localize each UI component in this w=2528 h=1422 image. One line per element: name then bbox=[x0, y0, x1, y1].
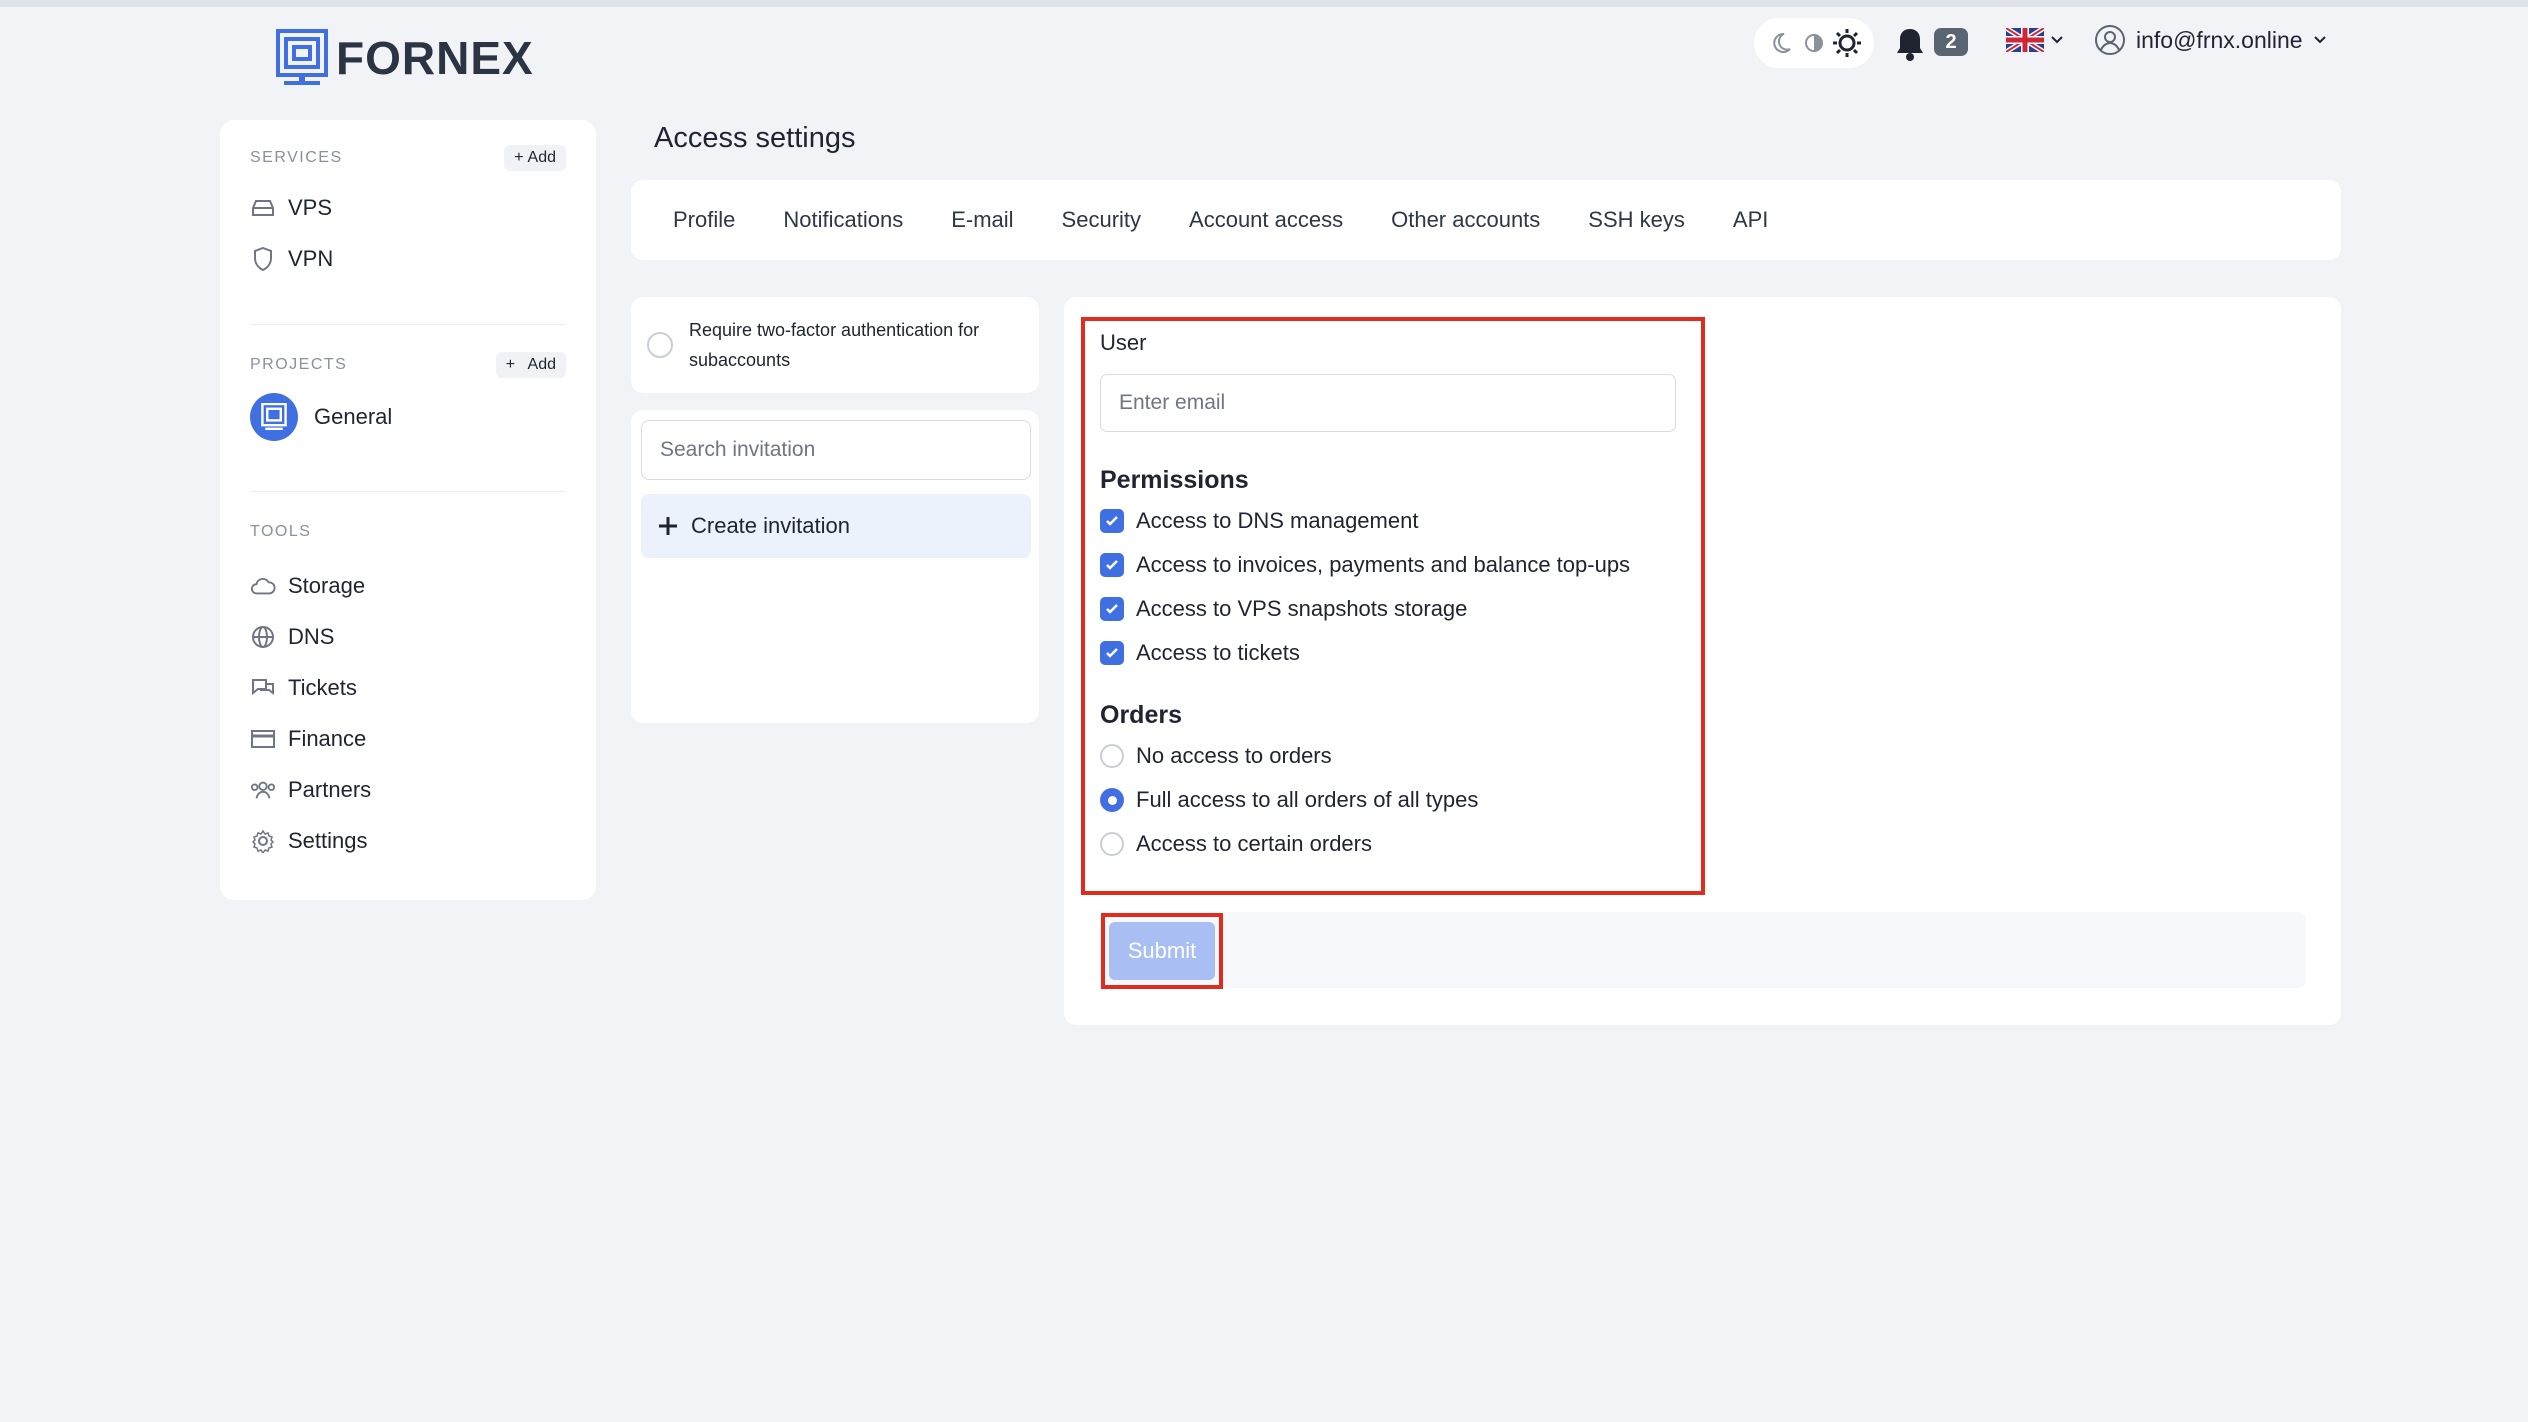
email-field[interactable] bbox=[1100, 374, 1676, 432]
radio-button[interactable] bbox=[1100, 744, 1124, 768]
permission-snapshots[interactable]: Access to VPS snapshots storage bbox=[1100, 587, 1680, 631]
cloud-icon bbox=[250, 573, 276, 599]
auto-theme-icon[interactable] bbox=[1799, 28, 1829, 58]
drive-icon bbox=[250, 195, 276, 221]
plus-icon: + bbox=[505, 356, 516, 373]
page-title: Access settings bbox=[654, 122, 856, 154]
sidebar-item-storage[interactable]: Storage bbox=[250, 560, 566, 611]
notification-count-badge[interactable]: 2 bbox=[1934, 28, 1968, 56]
globe-icon bbox=[250, 624, 276, 650]
invitations-card: Create invitation bbox=[631, 410, 1039, 723]
two-factor-label: Require two-factor authentication for su… bbox=[689, 320, 980, 370]
settings-tabs: Profile Notifications E-mail Security Ac… bbox=[631, 180, 2341, 260]
gear-icon bbox=[250, 828, 276, 854]
projects-title: PROJECTS bbox=[250, 356, 348, 373]
fornex-logo-icon bbox=[276, 29, 328, 85]
bell-icon[interactable] bbox=[1893, 26, 1927, 62]
sidebar-item-tickets[interactable]: Tickets bbox=[250, 662, 566, 713]
create-invitation-button[interactable]: Create invitation bbox=[641, 494, 1031, 558]
checkbox-checked-icon[interactable] bbox=[1100, 641, 1124, 665]
orders-title: Orders bbox=[1100, 701, 1182, 729]
submit-button[interactable]: Submit bbox=[1109, 922, 1215, 980]
language-selector[interactable] bbox=[2006, 28, 2064, 52]
permission-dns[interactable]: Access to DNS management bbox=[1100, 499, 1680, 543]
add-project-button[interactable]: + Add bbox=[495, 352, 566, 378]
sidebar-item-vpn[interactable]: VPN bbox=[250, 233, 566, 284]
chevron-down-icon bbox=[2051, 36, 2063, 44]
tab-security[interactable]: Security bbox=[1062, 207, 1141, 233]
sidebar: SERVICES + Add VPS VPN PROJECTS + Add Gen… bbox=[220, 120, 596, 900]
shield-icon bbox=[250, 246, 276, 272]
checkbox-checked-icon[interactable] bbox=[1100, 509, 1124, 533]
projects-header: PROJECTS + Add bbox=[250, 345, 566, 385]
tab-email[interactable]: E-mail bbox=[951, 207, 1013, 233]
tab-account-access[interactable]: Account access bbox=[1189, 207, 1343, 233]
chevron-down-icon bbox=[2313, 36, 2326, 44]
project-icon bbox=[250, 393, 298, 441]
submit-bar bbox=[1100, 912, 2306, 988]
radio-button-selected[interactable] bbox=[1100, 788, 1124, 812]
plus-icon bbox=[659, 517, 677, 535]
services-title: SERVICES bbox=[250, 149, 343, 166]
orders-option-none[interactable]: No access to orders bbox=[1100, 734, 1680, 778]
checkbox-checked-icon[interactable] bbox=[1100, 553, 1124, 577]
moon-icon[interactable] bbox=[1766, 28, 1796, 58]
tab-other-accounts[interactable]: Other accounts bbox=[1391, 207, 1540, 233]
radio-button[interactable] bbox=[1100, 832, 1124, 856]
permission-invoices[interactable]: Access to invoices, payments and balance… bbox=[1100, 543, 1680, 587]
search-invitation-input[interactable] bbox=[641, 420, 1031, 480]
orders-option-certain[interactable]: Access to certain orders bbox=[1100, 822, 1680, 866]
tab-notifications[interactable]: Notifications bbox=[783, 207, 903, 233]
tools-header: TOOLS bbox=[250, 512, 566, 552]
user-label: User bbox=[1100, 330, 1147, 355]
sidebar-item-settings[interactable]: Settings bbox=[250, 815, 566, 866]
user-menu[interactable]: info@frnx.online bbox=[2094, 24, 2327, 56]
tab-api[interactable]: API bbox=[1733, 207, 1768, 233]
sidebar-item-dns[interactable]: DNS bbox=[250, 611, 566, 662]
chat-icon bbox=[250, 675, 276, 701]
add-service-button[interactable]: + Add bbox=[504, 145, 566, 171]
sidebar-item-finance[interactable]: Finance bbox=[250, 713, 566, 764]
services-header: SERVICES + Add bbox=[250, 138, 566, 178]
top-strip bbox=[0, 0, 2528, 7]
user-email: info@frnx.online bbox=[2136, 26, 2303, 53]
permissions-title: Permissions bbox=[1100, 466, 1249, 494]
plus-icon: + bbox=[514, 149, 524, 166]
logo[interactable]: FORNEX bbox=[276, 28, 534, 88]
permission-tickets[interactable]: Access to tickets bbox=[1100, 631, 1680, 675]
tab-profile[interactable]: Profile bbox=[673, 207, 735, 233]
checkbox-checked-icon[interactable] bbox=[1100, 597, 1124, 621]
sidebar-item-vps[interactable]: VPS bbox=[250, 182, 566, 233]
two-factor-checkbox[interactable] bbox=[647, 332, 673, 358]
people-icon bbox=[250, 777, 276, 803]
theme-switch[interactable] bbox=[1754, 18, 1874, 68]
sidebar-item-partners[interactable]: Partners bbox=[250, 764, 566, 815]
tab-ssh-keys[interactable]: SSH keys bbox=[1588, 207, 1685, 233]
card-icon bbox=[250, 726, 276, 752]
tools-title: TOOLS bbox=[250, 523, 312, 540]
user-circle-icon bbox=[2095, 25, 2125, 55]
logo-text: FORNEX bbox=[336, 32, 534, 84]
project-item-general[interactable]: General bbox=[250, 385, 566, 449]
sun-icon[interactable] bbox=[1832, 28, 1862, 58]
invitation-form: User Permissions Access to DNS managemen… bbox=[1100, 330, 1680, 866]
orders-option-full[interactable]: Full access to all orders of all types bbox=[1100, 778, 1680, 822]
uk-flag-icon bbox=[2006, 28, 2044, 52]
two-factor-card: Require two-factor authentication for su… bbox=[631, 297, 1039, 393]
